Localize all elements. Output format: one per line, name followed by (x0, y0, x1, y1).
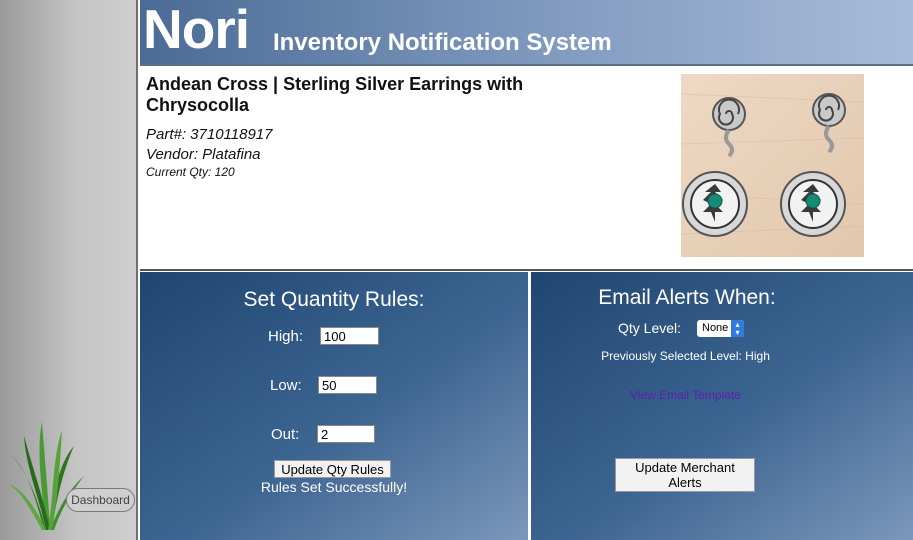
quantity-rules-panel: Set Quantity Rules: High: Low: Out: Upda… (140, 272, 528, 540)
view-email-template-link[interactable]: View Email Template (531, 388, 840, 402)
out-label: Out: (271, 426, 300, 443)
vendor-name: Vendor: Platafina (146, 146, 261, 163)
app-subtitle: Inventory Notification System (273, 29, 612, 56)
product-details: Andean Cross | Sterling Silver Earrings … (140, 66, 913, 271)
high-qty-input[interactable] (320, 327, 379, 345)
low-label: Low: (270, 377, 302, 394)
rules-status-message: Rules Set Successfully! (260, 479, 408, 495)
header: Nori Inventory Notification System (140, 0, 913, 66)
grass-logo-icon (8, 422, 84, 530)
part-number: Part#: 3710118917 (146, 126, 273, 143)
product-image (681, 74, 864, 257)
email-alerts-title: Email Alerts When: (598, 286, 776, 309)
high-label: High: (268, 328, 304, 345)
current-quantity: Current Qty: 120 (146, 165, 235, 179)
previous-level-text: Previously Selected Level: High (601, 349, 770, 363)
qty-level-selected-value: None (702, 322, 729, 334)
dashboard-button[interactable]: Dashboard (66, 488, 135, 512)
quantity-rules-title: Set Quantity Rules: (243, 288, 425, 311)
sidebar: Dashboard (0, 0, 138, 540)
product-title: Andean Cross | Sterling Silver Earrings … (146, 74, 524, 115)
email-alerts-panel: Email Alerts When: Qty Level: None ▴ ▾ Pr… (531, 272, 913, 540)
select-arrows-icon: ▴ ▾ (731, 320, 744, 337)
low-qty-input[interactable] (318, 376, 377, 394)
qty-level-label: Qty Level: (618, 320, 682, 336)
update-merchant-alerts-button[interactable]: Update Merchant Alerts (615, 458, 755, 492)
out-qty-input[interactable] (317, 425, 375, 443)
update-qty-rules-button[interactable]: Update Qty Rules (274, 460, 391, 478)
qty-level-select[interactable]: None ▴ ▾ (697, 320, 744, 337)
app-logo: Nori (143, 0, 250, 60)
